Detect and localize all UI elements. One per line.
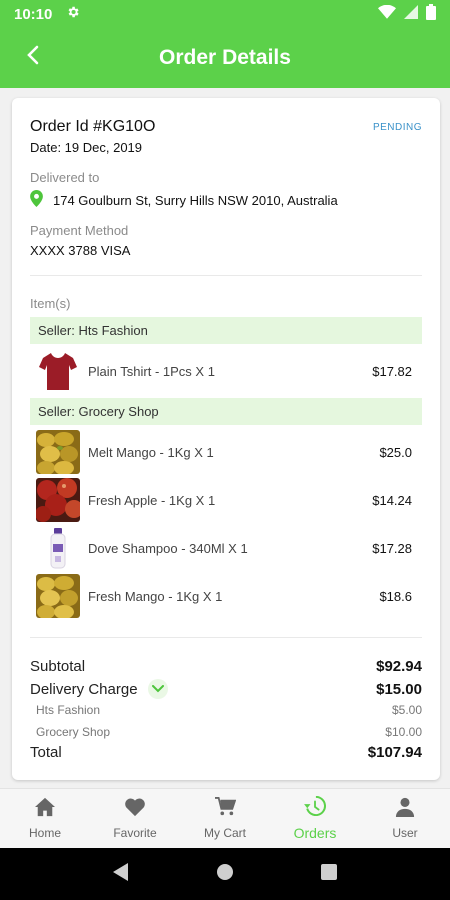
delivery-charge-value: $15.00 <box>376 680 422 698</box>
order-card: Order Id #KG10O PENDING Date: 19 Dec, 20… <box>12 98 440 780</box>
arrow-left-icon <box>25 45 41 70</box>
breakdown-value: $10.00 <box>385 725 422 739</box>
item-price: $25.0 <box>379 444 412 460</box>
delivery-charge-label: Delivery Charge <box>30 680 138 698</box>
breakdown-value: $5.00 <box>391 703 422 717</box>
apple-image <box>36 478 80 522</box>
subtotal-label: Subtotal <box>30 658 86 675</box>
delivery-breakdown-row: Hts Fashion $5.00 <box>36 703 422 717</box>
divider <box>30 637 422 638</box>
divider <box>30 275 422 276</box>
item-price: $18.6 <box>379 588 412 604</box>
tab-label: User <box>392 826 418 840</box>
status-badge: PENDING <box>372 122 422 133</box>
system-back-button[interactable] <box>113 862 129 886</box>
mango-image <box>36 430 80 474</box>
list-item[interactable]: Fresh Mango - 1Kg X 1 $18.6 <box>36 574 412 618</box>
item-price: $17.28 <box>372 540 412 556</box>
heart-icon <box>124 797 146 822</box>
total-label: Total <box>30 744 62 761</box>
delivery-charge-toggle[interactable]: Delivery Charge <box>30 679 168 699</box>
tab-user[interactable]: User <box>360 789 450 848</box>
tab-label: My Cart <box>204 826 246 840</box>
page-title: Order Details <box>159 46 291 69</box>
tshirt-image <box>36 349 80 393</box>
settings-gear-icon <box>66 5 80 24</box>
list-item[interactable]: Fresh Apple - 1Kg X 1 $14.24 <box>36 478 412 522</box>
delivered-label: Delivered to <box>30 170 100 185</box>
delivery-breakdown-row: Grocery Shop $10.00 <box>36 725 422 739</box>
seller-header: Seller: Hts Fashion <box>30 317 422 344</box>
signal-icon <box>404 4 418 24</box>
item-price: $17.82 <box>372 363 412 379</box>
total-value: $107.94 <box>367 744 422 761</box>
item-name: Plain Tshirt - 1Pcs X 1 <box>88 363 215 379</box>
seller-header: Seller: Grocery Shop <box>30 398 422 425</box>
battery-icon <box>426 3 436 25</box>
app-bar: Order Details <box>0 28 450 88</box>
item-name: Fresh Apple - 1Kg X 1 <box>88 492 216 508</box>
item-price: $14.24 <box>372 492 412 508</box>
delivery-address: 174 Goulburn St, Surry Hills NSW 2010, A… <box>30 190 338 210</box>
cart-icon <box>214 797 237 822</box>
delivery-charge-row: Delivery Charge $15.00 <box>30 679 422 699</box>
location-pin-icon <box>30 190 43 210</box>
payment-method-value: XXXX 3788 VISA <box>30 243 131 258</box>
item-name: Melt Mango - 1Kg X 1 <box>88 444 214 460</box>
system-recents-button[interactable] <box>320 863 337 885</box>
order-id: Order Id #KG10O <box>30 118 156 135</box>
system-home-button[interactable] <box>216 863 234 886</box>
tab-label: Home <box>28 826 61 840</box>
user-icon <box>394 797 416 822</box>
status-bar: 10:10 <box>0 0 450 28</box>
tab-favorite[interactable]: Favorite <box>90 789 180 848</box>
list-item[interactable]: Melt Mango - 1Kg X 1 $25.0 <box>36 430 412 474</box>
back-button[interactable] <box>18 42 48 72</box>
home-icon <box>34 797 56 822</box>
total-row: Total $107.94 <box>30 744 422 761</box>
tab-label: Favorite <box>113 826 157 840</box>
bottom-navigation: Home Favorite My Cart Orders User <box>0 788 450 848</box>
wifi-icon <box>378 4 396 24</box>
mango-image <box>36 574 80 618</box>
order-date: Date: 19 Dec, 2019 <box>30 140 143 155</box>
item-name: Dove Shampoo - 340Ml X 1 <box>88 540 248 556</box>
tab-label: Orders <box>293 825 337 841</box>
subtotal-row: Subtotal $92.94 <box>30 658 422 675</box>
subtotal-value: $92.94 <box>376 658 422 675</box>
items-label: Item(s) <box>30 296 71 311</box>
tab-my-cart[interactable]: My Cart <box>180 789 270 848</box>
list-item[interactable]: Plain Tshirt - 1Pcs X 1 $17.82 <box>36 349 412 393</box>
item-name: Fresh Mango - 1Kg X 1 <box>88 588 223 604</box>
breakdown-label: Hts Fashion <box>36 703 101 717</box>
list-item[interactable]: Dove Shampoo - 340Ml X 1 $17.28 <box>36 526 412 570</box>
address-text: 174 Goulburn St, Surry Hills NSW 2010, A… <box>53 192 338 208</box>
shampoo-image <box>36 526 80 570</box>
system-navigation-bar <box>0 848 450 900</box>
payment-method-label: Payment Method <box>30 223 129 238</box>
status-time: 10:10 <box>14 5 53 23</box>
tab-home[interactable]: Home <box>0 789 90 848</box>
breakdown-label: Grocery Shop <box>36 725 111 739</box>
chevron-down-icon[interactable] <box>147 679 168 699</box>
tab-orders[interactable]: Orders <box>270 789 360 848</box>
history-icon <box>304 795 326 821</box>
